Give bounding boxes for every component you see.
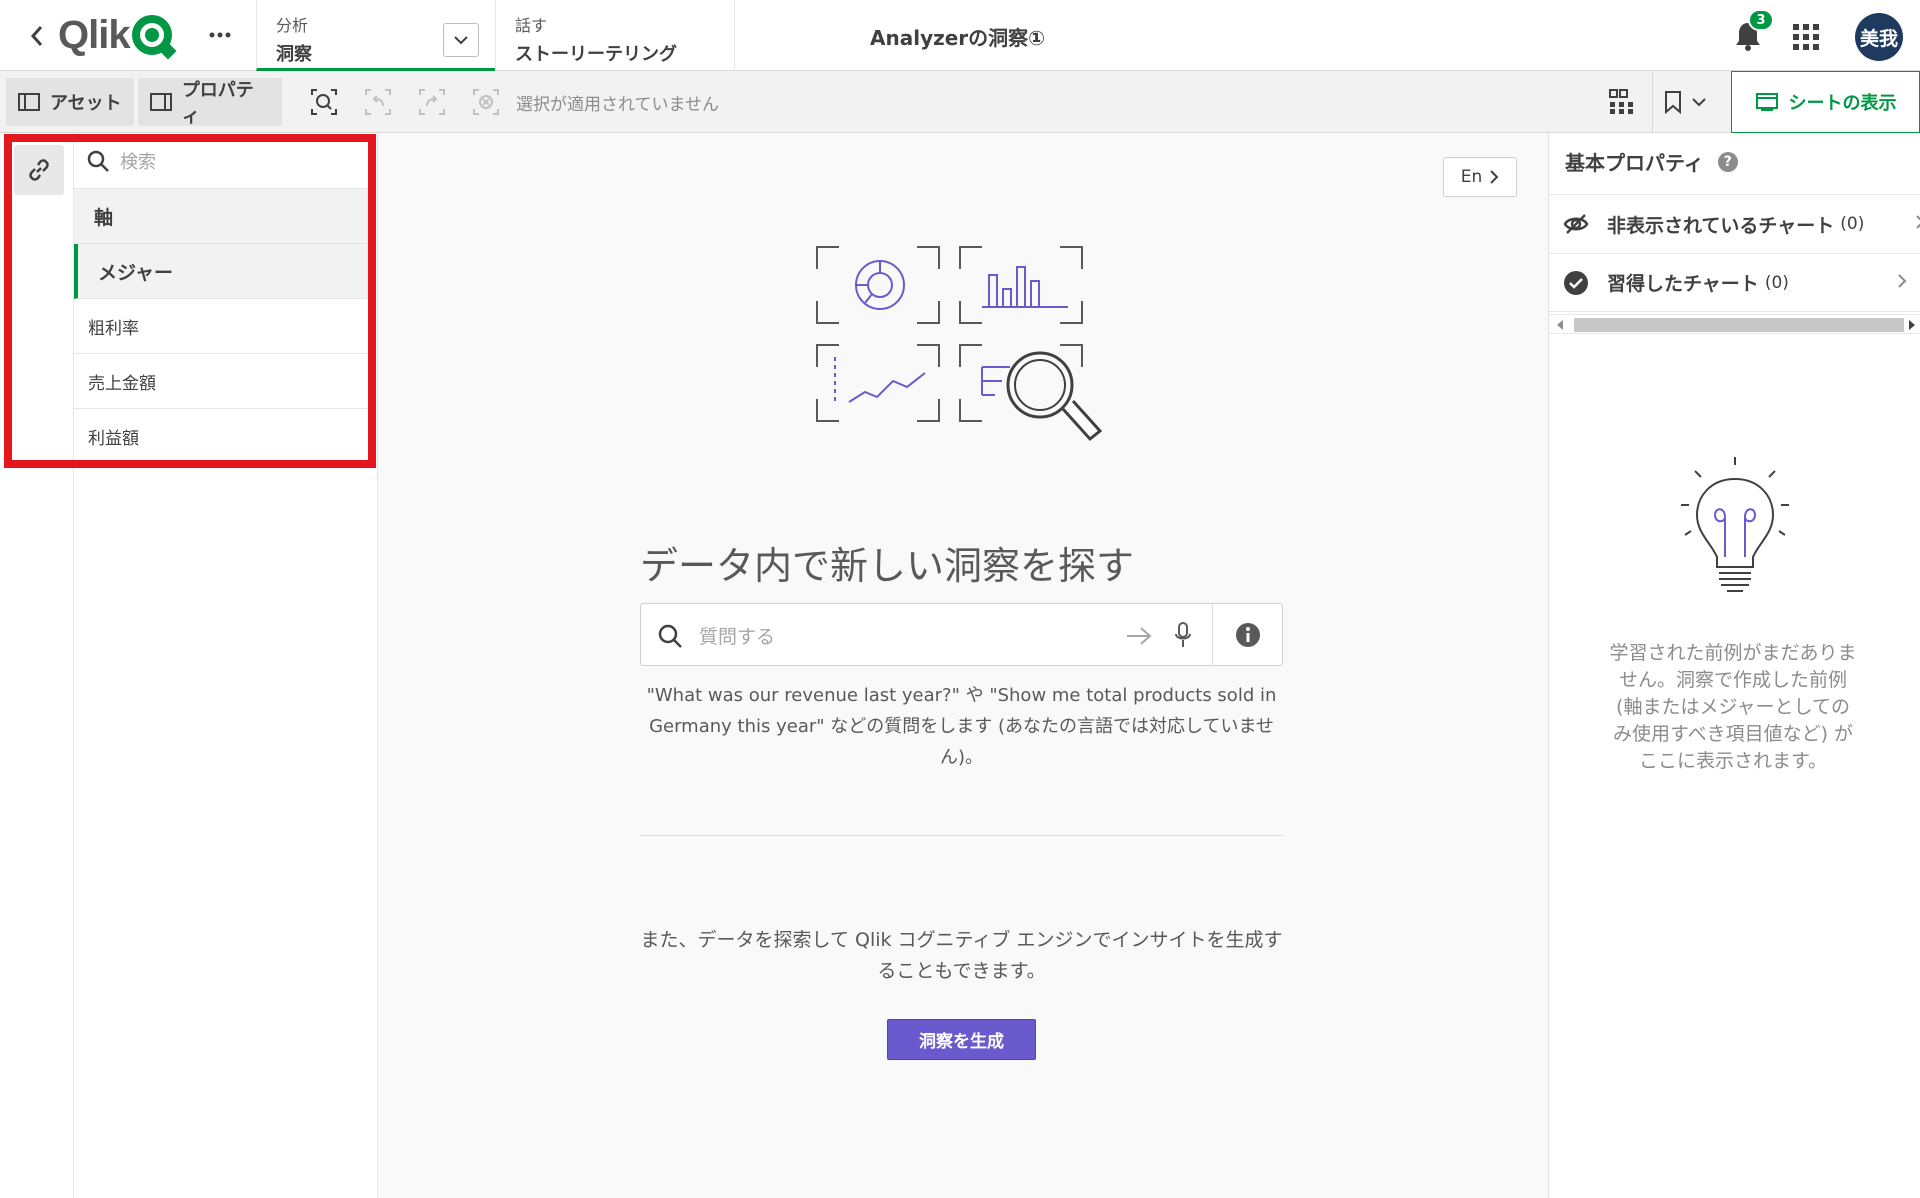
properties-title: 基本プロパティ: [1565, 151, 1704, 175]
section-measures[interactable]: メジャー: [74, 244, 368, 299]
master-items-button[interactable]: [14, 145, 64, 195]
learned-empty-message: 学習された前例がまだありません。洞察で作成した前例 (軸またはメジャーとしてのみ…: [1609, 642, 1857, 772]
properties-button[interactable]: プロパティ: [138, 78, 282, 127]
sheet-view-label: シートの表示: [1788, 93, 1897, 114]
horizontal-scrollbar[interactable]: [1549, 314, 1920, 334]
panel-left-icon: [18, 93, 40, 111]
bookmark-button[interactable]: [1664, 88, 1714, 116]
chevron-right-icon: [1916, 215, 1920, 229]
section-dimensions[interactable]: 軸: [74, 189, 368, 244]
chevron-down-icon: [454, 35, 468, 44]
chevron-down-icon: [1692, 97, 1706, 106]
ask-placeholder: 質問する: [699, 626, 776, 648]
analyze-dropdown-button[interactable]: [443, 23, 479, 57]
link-icon: [29, 159, 49, 181]
measure-item[interactable]: 利益額: [74, 409, 368, 464]
ellipsis-icon: [209, 32, 231, 38]
check-circle-icon: [1564, 270, 1588, 295]
generate-note: また、データを探索して Qlik コグニティブ エンジンでインサイトを生成するこ…: [640, 929, 1283, 982]
chevron-right-icon: [1490, 170, 1499, 184]
back-button[interactable]: [22, 18, 52, 54]
sheet-view-button[interactable]: シートの表示: [1731, 71, 1920, 133]
lightbulb-icon: [1681, 457, 1789, 592]
toolbar-divider: [1652, 71, 1653, 133]
properties-title-row: 基本プロパティ ?: [1565, 147, 1738, 176]
hidden-charts-count: (0): [1840, 214, 1865, 234]
step-forward-icon[interactable]: [418, 88, 446, 116]
assets-button[interactable]: アセット: [6, 78, 134, 126]
hidden-charts-row[interactable]: 非表示されているチャート (0): [1549, 194, 1920, 253]
left-rail: [0, 133, 74, 1198]
language-button[interactable]: En: [1443, 157, 1517, 197]
clear-selections-icon[interactable]: [472, 88, 500, 116]
scroll-right-icon[interactable]: [1909, 320, 1915, 330]
arrow-right-icon[interactable]: [1126, 626, 1152, 646]
bookmark-icon: [1665, 91, 1681, 114]
ask-question-box[interactable]: 質問する: [640, 603, 1283, 666]
info-icon[interactable]: [1235, 622, 1261, 648]
panel-right-icon: [150, 93, 172, 111]
top-bar: Qlik 分析 洞察 話す ストーリーテリング Analyzerの洞察① 3 美…: [0, 0, 1920, 71]
scrollbar-thumb[interactable]: [1574, 318, 1904, 332]
search-placeholder: 検索: [120, 151, 156, 173]
section-divider: [640, 835, 1283, 836]
chevron-left-icon: [30, 26, 43, 46]
selection-status: 選択が適用されていません: [516, 95, 719, 115]
learned-charts-row[interactable]: 習得したチャート (0): [1549, 253, 1920, 312]
tab-storytelling[interactable]: 話す ストーリーテリング: [495, 0, 735, 71]
app-title: Analyzerの洞察①: [870, 26, 1046, 50]
properties-button-label: プロパティ: [181, 80, 254, 127]
measure-item[interactable]: 売上金額: [74, 354, 368, 409]
notification-badge: 3: [1748, 9, 1774, 31]
learned-charts-label: 習得したチャート: [1607, 273, 1759, 295]
search-icon: [658, 624, 682, 648]
ask-hint: "What was our revenue last year?" や "Sho…: [646, 685, 1277, 768]
qlik-logo[interactable]: Qlik: [58, 12, 172, 58]
help-icon[interactable]: ?: [1717, 151, 1738, 172]
learned-charts-count: (0): [1764, 272, 1789, 293]
assets-search[interactable]: 検索: [74, 133, 368, 189]
tab-story-value: ストーリーテリング: [515, 44, 677, 65]
generate-insights-button[interactable]: 洞察を生成: [887, 1019, 1036, 1060]
user-avatar[interactable]: 美我: [1855, 13, 1903, 61]
assets-panel: 検索 軸 メジャー 粗利率 売上金額 利益額: [74, 133, 378, 1198]
language-label: En: [1460, 167, 1483, 187]
sheet-icon: [1755, 93, 1778, 111]
tab-story-label: 話す: [515, 16, 548, 35]
microphone-icon[interactable]: [1174, 621, 1192, 649]
measure-item[interactable]: 粗利率: [74, 299, 368, 354]
insights-heading: データ内で新しい洞察を探す: [640, 544, 1135, 588]
tab-analyze[interactable]: 分析 洞察: [256, 0, 495, 71]
ask-divider: [1212, 604, 1213, 665]
chevron-right-icon: [1898, 274, 1907, 288]
apps-grid-icon[interactable]: [1793, 24, 1819, 50]
search-icon: [87, 150, 109, 172]
insights-illustration: [816, 246, 1103, 442]
grid-view-icon[interactable]: [1608, 88, 1636, 116]
step-back-icon[interactable]: [364, 88, 392, 116]
toolbar: アセット プロパティ 選択が適用されていません シートの表示: [0, 71, 1920, 133]
more-menu-button[interactable]: [205, 20, 235, 50]
hidden-charts-label: 非表示されているチャート: [1607, 214, 1835, 237]
qlik-q-icon: [131, 15, 172, 55]
assets-button-label: アセット: [50, 93, 122, 114]
smart-search-icon[interactable]: [310, 88, 338, 116]
scroll-left-icon[interactable]: [1557, 320, 1563, 330]
eye-off-icon: [1563, 214, 1589, 234]
logo-text: Qlik: [58, 12, 131, 57]
